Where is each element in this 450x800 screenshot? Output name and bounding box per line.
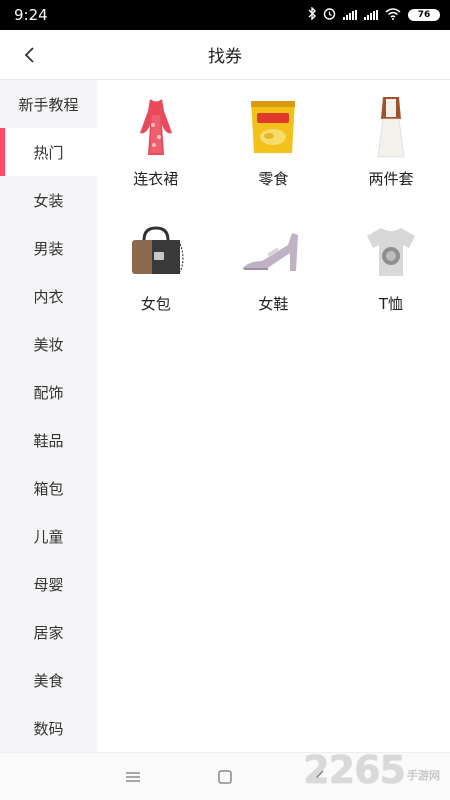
home-icon	[218, 770, 232, 784]
sidebar-item-label: 数码	[33, 719, 64, 738]
sidebar-item-label: 美妆	[33, 335, 64, 354]
sidebar-item-shoes[interactable]: 鞋品	[0, 416, 97, 464]
grid-item-label: T恤	[378, 295, 404, 313]
category-content: 连衣裙 零食 两件套 女包 女鞋 T恤	[97, 80, 450, 752]
chevron-left-icon	[24, 47, 34, 63]
menu-button[interactable]	[123, 767, 143, 787]
two-piece-dress-icon	[356, 94, 426, 160]
wifi-icon	[385, 7, 401, 23]
signal-icon	[343, 10, 357, 20]
sidebar-item-label: 新手教程	[18, 95, 79, 114]
grid-item-dress[interactable]: 连衣裙	[97, 94, 215, 219]
sidebar-item-label: 热门	[33, 143, 64, 162]
tshirt-icon	[356, 219, 426, 285]
menu-icon	[126, 772, 140, 782]
sidebar-item-label: 男装	[33, 239, 64, 258]
grid-item-heels[interactable]: 女鞋	[215, 219, 333, 344]
sidebar-item-kids[interactable]: 儿童	[0, 512, 97, 560]
grid-item-label: 零食	[258, 170, 289, 188]
sidebar-item-accessories[interactable]: 配饰	[0, 368, 97, 416]
subcategory-grid: 连衣裙 零食 两件套 女包 女鞋 T恤	[97, 80, 450, 344]
header: 找券	[0, 30, 450, 80]
status-bar: 9:24 76	[0, 0, 450, 30]
page-title: 找券	[208, 47, 242, 67]
sidebar-item-label: 内衣	[33, 287, 64, 306]
watermark-text: 手游网	[407, 769, 440, 782]
signal-icon	[364, 10, 378, 20]
grid-item-label: 女鞋	[258, 295, 289, 313]
sidebar-item-tutorial[interactable]: 新手教程	[0, 80, 97, 128]
grid-item-label: 连衣裙	[133, 170, 179, 188]
sidebar-item-beauty[interactable]: 美妆	[0, 320, 97, 368]
high-heel-icon	[238, 219, 308, 285]
grid-item-label: 两件套	[368, 170, 414, 188]
grid-item-two-piece[interactable]: 两件套	[332, 94, 450, 219]
sidebar-item-digital[interactable]: 数码	[0, 704, 97, 752]
sidebar-item-underwear[interactable]: 内衣	[0, 272, 97, 320]
grid-item-label: 女包	[140, 295, 171, 313]
category-sidebar: 新手教程 热门 女装 男装 内衣 美妆 配饰 鞋品 箱包 儿童 母婴 居家 美食…	[0, 80, 97, 752]
sidebar-item-label: 配饰	[33, 383, 64, 402]
sidebar-item-home[interactable]: 居家	[0, 608, 97, 656]
sidebar-item-label: 儿童	[33, 527, 64, 546]
status-icons: 76	[308, 6, 440, 23]
sidebar-item-label: 母婴	[33, 575, 64, 594]
bluetooth-icon	[308, 6, 316, 23]
alarm-icon	[323, 7, 336, 23]
snack-bag-icon	[238, 94, 308, 160]
watermark: 2265 手游网	[303, 748, 440, 792]
sidebar-item-label: 女装	[33, 191, 64, 210]
sidebar-item-hot[interactable]: 热门	[0, 128, 97, 176]
grid-item-handbag[interactable]: 女包	[97, 219, 215, 344]
handbag-icon	[121, 219, 191, 285]
sidebar-item-label: 美食	[33, 671, 64, 690]
sidebar-item-baby[interactable]: 母婴	[0, 560, 97, 608]
sidebar-item-food[interactable]: 美食	[0, 656, 97, 704]
dress-icon	[121, 94, 191, 160]
sidebar-item-womens-clothing[interactable]: 女装	[0, 176, 97, 224]
sidebar-item-label: 箱包	[33, 479, 64, 498]
sidebar-item-label: 鞋品	[33, 431, 64, 450]
battery-icon: 76	[408, 9, 440, 21]
sidebar-item-mens-clothing[interactable]: 男装	[0, 224, 97, 272]
watermark-number: 2265	[303, 748, 406, 792]
grid-item-snack[interactable]: 零食	[215, 94, 333, 219]
sidebar-item-label: 居家	[33, 623, 64, 642]
sidebar-item-bags[interactable]: 箱包	[0, 464, 97, 512]
status-time: 9:24	[14, 6, 48, 24]
back-button[interactable]	[18, 44, 40, 66]
grid-item-tshirt[interactable]: T恤	[332, 219, 450, 344]
home-button[interactable]	[215, 767, 235, 787]
